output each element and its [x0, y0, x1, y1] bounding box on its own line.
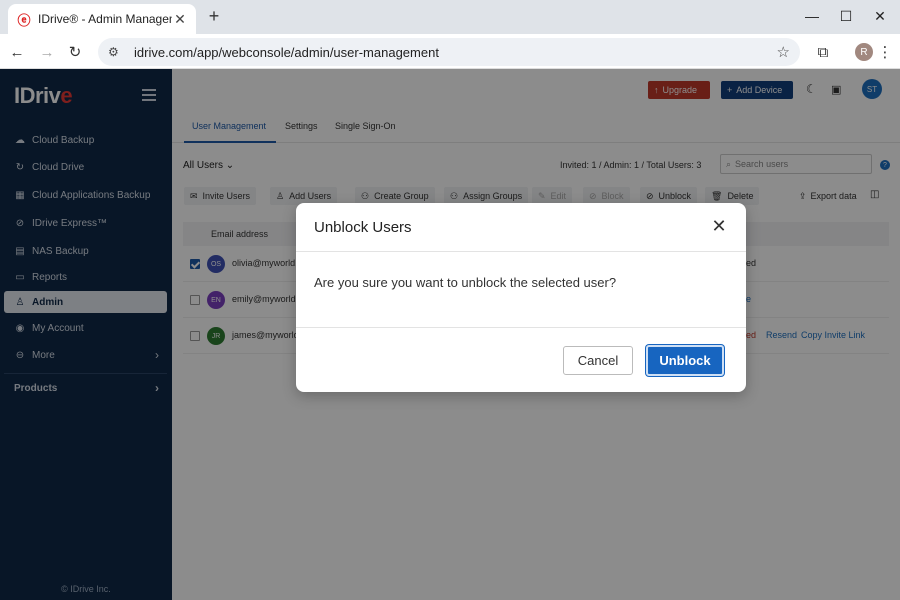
browser-toolbar: ← → ↻ ⚙ idrive.com/app/webconsole/admin/… — [0, 34, 900, 69]
reload-icon[interactable]: ↻ — [64, 41, 86, 63]
profile-avatar[interactable]: R — [855, 43, 873, 61]
url-text: idrive.com/app/webconsole/admin/user-man… — [134, 44, 439, 60]
window-close-icon[interactable]: ✕ — [870, 6, 890, 26]
new-tab-button[interactable]: + — [204, 6, 224, 26]
back-icon[interactable]: ← — [6, 41, 28, 63]
tab-title: IDrive® - Admin Management — [38, 12, 172, 26]
bookmark-star-icon[interactable]: ☆ — [777, 43, 790, 61]
browser-tab-bar: ⓔ IDrive® - Admin Management ✕ + — ☐ ✕ — [0, 0, 900, 34]
cancel-button[interactable]: Cancel — [563, 346, 633, 375]
idrive-favicon-icon: ⓔ — [17, 12, 31, 28]
dialog-divider — [296, 251, 746, 252]
minimize-icon[interactable]: — — [802, 6, 822, 26]
browser-menu-icon[interactable]: ⋮ — [874, 41, 896, 63]
confirm-unblock-button[interactable]: Unblock — [646, 345, 724, 376]
browser-tab[interactable]: ⓔ IDrive® - Admin Management ✕ — [8, 4, 196, 34]
close-icon[interactable]: ✕ — [710, 216, 728, 236]
address-bar[interactable]: ⚙ idrive.com/app/webconsole/admin/user-m… — [98, 38, 800, 66]
dialog-message: Are you sure you want to unblock the sel… — [314, 275, 617, 290]
site-info-icon[interactable]: ⚙ — [108, 45, 124, 59]
extensions-icon[interactable]: ⧉ — [812, 41, 834, 63]
maximize-icon[interactable]: ☐ — [836, 6, 856, 26]
dialog-title: Unblock Users — [314, 219, 412, 236]
close-tab-icon[interactable]: ✕ — [172, 11, 188, 27]
forward-icon[interactable]: → — [36, 41, 58, 63]
dialog-divider — [296, 327, 746, 328]
unblock-users-dialog: Unblock Users ✕ Are you sure you want to… — [296, 203, 746, 392]
